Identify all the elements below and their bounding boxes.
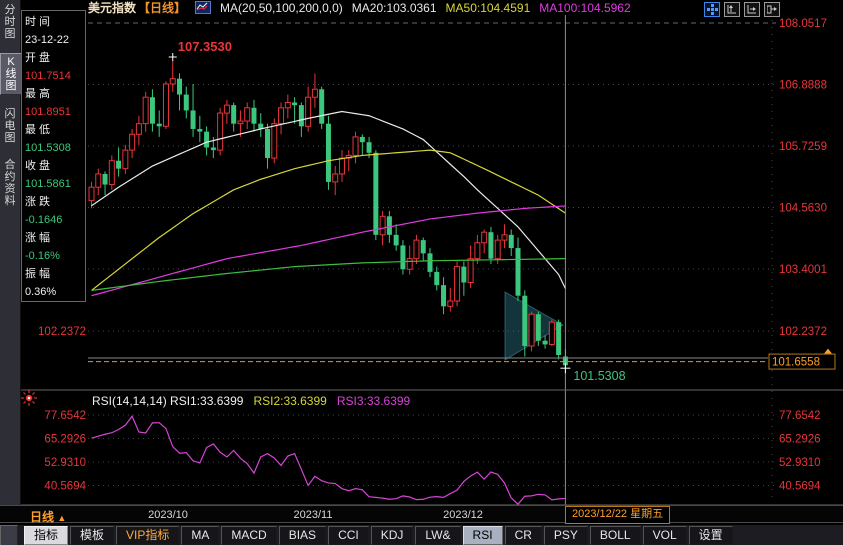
- sidebar-tab-1[interactable]: K线图: [0, 53, 22, 95]
- info-label: 最 高: [25, 85, 85, 103]
- rsi2-value: RSI2:33.6399: [253, 394, 326, 408]
- sidebar-tab-2[interactable]: 闪电图: [0, 106, 20, 146]
- y-axis-label: 108.0517: [779, 18, 827, 30]
- info-label: 开 盘: [25, 49, 85, 67]
- toolbar-tab-CR[interactable]: CR: [505, 526, 542, 545]
- chart-header: 美元指数 【日线】 MA(20,50,100,200,0,0) MA20:103…: [88, 0, 631, 15]
- high-price-label: 107.3530: [178, 39, 232, 54]
- alert-sun-icon: [20, 389, 38, 407]
- rsi-axis-label-left: 65.2926: [44, 433, 86, 445]
- sidebar-tab-0[interactable]: 分时图: [0, 2, 20, 42]
- info-label: 振 幅: [25, 265, 85, 283]
- quote-info-panel: 时 间23-12-22开 盘101.7514最 高101.8951最 低101.…: [21, 10, 86, 302]
- left-tab-strip: 分时图 K线图闪电图合约资料: [0, 0, 21, 505]
- price-arrow-icon: [824, 349, 832, 354]
- info-label: 收 盘: [25, 157, 85, 175]
- rsi-axis-label-right: 52.9310: [779, 457, 821, 469]
- toolbar-tab-BIAS[interactable]: BIAS: [279, 526, 326, 545]
- rsi-axis-label-right: 40.5694: [779, 480, 821, 492]
- scale-left-icon[interactable]: [724, 2, 740, 17]
- toolbar-tab-PSY[interactable]: PSY: [544, 526, 588, 545]
- symbol-title: 美元指数: [88, 0, 136, 16]
- info-value: 101.8951: [25, 103, 85, 121]
- ma100-line: [92, 206, 566, 296]
- toolbar-tab-指标[interactable]: 指标: [24, 526, 68, 545]
- info-value: 23-12-22: [25, 31, 85, 49]
- ma20-value: MA20:103.0361: [352, 1, 437, 15]
- y-axis-label: 103.4001: [779, 264, 827, 276]
- crosshair-date-label: 2023/12/22 星期五: [565, 506, 670, 524]
- rsi-axis-label-left: 77.6542: [44, 410, 86, 422]
- info-label: 时 间: [25, 13, 85, 31]
- toolbar-tab-模板[interactable]: 模板: [70, 526, 114, 545]
- ma-formula: MA(20,50,100,200,0,0): [220, 1, 343, 15]
- rsi-indicator-header: RSI(14,14,14) RSI1:33.6399 RSI2:33.6399 …: [92, 394, 410, 408]
- y-axis-label: 104.5630: [779, 203, 827, 215]
- rsi-axis-label-left: 40.5694: [44, 480, 86, 492]
- toolbar-tab-VOL[interactable]: VOL: [643, 526, 687, 545]
- toolbar-tab-CCI[interactable]: CCI: [328, 526, 369, 545]
- info-label: 涨 幅: [25, 229, 85, 247]
- rsi-axis-label-left: 52.9310: [44, 457, 86, 469]
- toolbar-tab-VIP指标[interactable]: VIP指标: [116, 526, 179, 545]
- ma100-value: MA100:104.5962: [539, 1, 630, 15]
- toolbar-tab-RSI[interactable]: RSI: [463, 526, 503, 545]
- y-axis-label: 102.2372: [779, 326, 827, 338]
- info-value: 101.5308: [25, 139, 85, 157]
- toolbar-tab-MACD[interactable]: MACD: [221, 526, 276, 545]
- period-tag: 【日线】: [138, 0, 186, 16]
- toolbar-tab-MA[interactable]: MA: [181, 526, 219, 545]
- indicator-toolbar: 指标模板VIP指标MAMACDBIASCCIKDJLW&RSICRPSYBOLL…: [0, 524, 843, 545]
- chart-toolbar-icons: [704, 2, 780, 17]
- info-value: -0.1646: [25, 211, 85, 229]
- trading-terminal-window: 108.0517 106.8888 105.7259 104.5630 103.4001…: [0, 0, 843, 545]
- toolbar-tab-设置[interactable]: 设置: [689, 526, 733, 545]
- price-label-text: 101.6558: [772, 357, 820, 369]
- chart-canvas[interactable]: 108.0517 106.8888 105.7259 104.5630 103.4001…: [0, 0, 843, 545]
- y-axis-label: 105.7259: [779, 141, 827, 153]
- axis-date-label: 2023/12: [443, 509, 483, 521]
- info-label: 最 低: [25, 121, 85, 139]
- rsi1-value: RSI(14,14,14) RSI1:33.6399: [92, 394, 243, 408]
- scale-right-icon[interactable]: [744, 2, 760, 17]
- info-value: 101.7514: [25, 67, 85, 85]
- sidebar-tab-3[interactable]: 合约资料: [0, 157, 20, 209]
- axis-date-label: 2023/10: [148, 509, 188, 521]
- ma200-line: [92, 259, 566, 291]
- rsi-axis-label-right: 77.6542: [779, 410, 821, 422]
- toolbar-grip[interactable]: [0, 525, 18, 545]
- period-selector[interactable]: 日线 ▲: [30, 508, 66, 525]
- rsi-line: [92, 416, 566, 504]
- crosshair-grid-icon[interactable]: [704, 2, 720, 17]
- info-value: 101.5861: [25, 175, 85, 193]
- toolbar-tab-LW&[interactable]: LW&: [415, 526, 460, 545]
- toolbar-tab-KDJ[interactable]: KDJ: [371, 526, 414, 545]
- y-axis-label: 106.8888: [779, 80, 827, 92]
- date-axis-row: 日线 ▲ 2023/12/22 星期五 2023/10 2023/11 2023/1…: [0, 505, 843, 523]
- ma50-value: MA50:104.4591: [446, 1, 531, 15]
- axis-date-label: 2023/11: [294, 509, 333, 521]
- rsi-axis-label-right: 65.2926: [779, 433, 821, 445]
- toolbar-tab-BOLL[interactable]: BOLL: [590, 526, 641, 545]
- y-axis-label-left: 102.2372: [38, 326, 86, 338]
- info-value: 0.36%: [25, 283, 85, 301]
- shift-right-icon[interactable]: [764, 2, 780, 17]
- info-label: 涨 跌: [25, 193, 85, 211]
- mini-chart-icon: [195, 1, 211, 14]
- rsi3-value: RSI3:33.6399: [337, 394, 410, 408]
- candlestick-series: [89, 60, 568, 368]
- info-value: -0.16%: [25, 247, 85, 265]
- low-price-label: 101.5308: [573, 369, 625, 383]
